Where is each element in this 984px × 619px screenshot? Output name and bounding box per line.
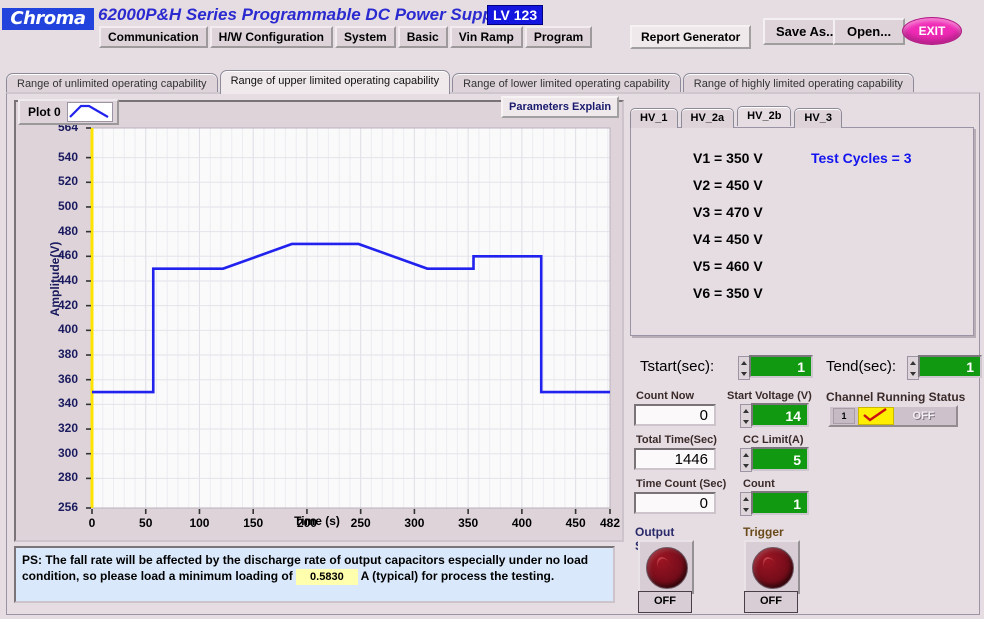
output-state-button[interactable]: OFF [638,591,692,613]
y-tick-label: 256 [14,500,78,514]
y-tick-label: 300 [14,446,78,460]
menu-item-system[interactable]: System [335,26,396,48]
output-state-led-box [638,540,694,594]
test-cycles-label: Test Cycles = 3 [811,150,912,166]
total-time-value: 1446 [634,448,716,470]
y-tick-label: 540 [14,150,78,164]
x-tick-label: 50 [126,516,166,530]
title-bar: Chroma 62000P&H Series Programmable DC P… [0,0,984,50]
range-tab-strip: Range of unlimited operating capability … [6,70,978,94]
start-voltage-label: Start Voltage (V) [727,390,812,402]
lv-version-badge: LV 123 [487,5,543,25]
menu-bar: Communication H/W Configuration System B… [99,26,592,48]
voltage-v1: V1 = 350 V [693,150,763,166]
tab-hv-2b[interactable]: HV_2b [737,106,791,126]
y-tick-label: 420 [14,298,78,312]
x-tick-label: 100 [179,516,219,530]
channel-running-status-widget[interactable]: 1 OFF [828,405,958,427]
menu-item-basic[interactable]: Basic [398,26,448,48]
count-label: Count [743,478,775,490]
y-tick-label: 480 [14,224,78,238]
x-tick-label: 400 [502,516,542,530]
x-tick-label: 482 [590,516,630,530]
cc-limit-input[interactable]: 5 [751,447,809,471]
checkmark-icon[interactable] [858,407,894,425]
tab-hv-1[interactable]: HV_1 [630,108,678,128]
voltage-v6: V6 = 350 V [693,285,763,301]
open-button[interactable]: Open... [833,18,905,45]
x-tick-label: 350 [448,516,488,530]
total-time-label: Total Time(Sec) [636,434,717,446]
application-window: Chroma 62000P&H Series Programmable DC P… [0,0,984,619]
y-tick-label: 360 [14,372,78,386]
cc-limit-label: CC Limit(A) [743,434,804,446]
tab-hv-2a[interactable]: HV_2a [681,108,735,128]
trigger-label: Trigger [743,525,784,539]
tend-input[interactable]: 1 [918,355,982,378]
y-tick-label: 520 [14,174,78,188]
parameters-explain-button[interactable]: Parameters Explain [501,96,619,118]
trigger-led-icon [752,547,794,589]
y-tick-label: 460 [14,248,78,262]
voltage-v3: V3 = 470 V [693,204,763,220]
trigger-button[interactable]: OFF [744,591,798,613]
start-voltage-input[interactable]: 14 [751,403,809,427]
x-tick-label: 250 [341,516,381,530]
menu-item-communication[interactable]: Communication [99,26,208,48]
tend-label: Tend(sec): [826,358,896,375]
channel-state: OFF [894,410,953,422]
tstart-label: Tstart(sec): [640,358,714,375]
plot-legend-label: Plot 0 [28,105,61,119]
y-tick-label: 500 [14,199,78,213]
tab-hv-3[interactable]: HV_3 [794,108,842,128]
ps-note-value: 0.5830 [296,569,358,585]
timing-row: Tstart(sec): 1 Tend(sec): 1 [630,355,976,381]
plot-legend[interactable]: Plot 0 [18,99,119,125]
y-tick-label: 340 [14,396,78,410]
tstart-input[interactable]: 1 [749,355,813,378]
output-state-led-icon [646,547,688,589]
channel-running-status-label: Channel Running Status [826,390,965,404]
time-count-value: 0 [634,492,716,514]
count-now-value: 0 [634,404,716,426]
count-input[interactable]: 1 [751,491,809,515]
hv-parameters-panel: V1 = 350 V V2 = 450 V V3 = 470 V V4 = 45… [630,127,974,336]
ps-note: PS: The fall rate will be affected by th… [14,546,615,603]
y-tick-label: 440 [14,273,78,287]
exit-button[interactable]: EXIT [902,17,962,45]
channel-number: 1 [833,408,855,424]
y-tick-label: 400 [14,322,78,336]
voltage-v2: V2 = 450 V [693,177,763,193]
x-tick-label: 150 [233,516,273,530]
x-tick-label: 200 [287,516,327,530]
menu-item-hw-configuration[interactable]: H/W Configuration [210,26,333,48]
time-count-label: Time Count (Sec) [636,478,726,490]
waveform-chart[interactable] [14,122,620,538]
count-now-label: Count Now [636,390,694,402]
y-tick-label: 280 [14,470,78,484]
report-generator-button[interactable]: Report Generator [630,25,751,49]
trigger-led-box [744,540,800,594]
tab-range-upper-limited[interactable]: Range of upper limited operating capabil… [220,70,451,94]
voltage-v4: V4 = 450 V [693,231,763,247]
menu-item-program[interactable]: Program [525,26,592,48]
plot-line-icon[interactable] [67,102,113,122]
menu-item-vin-ramp[interactable]: Vin Ramp [450,26,523,48]
plot-area: Amplitude(V) Time (s) 256280300320340360… [14,122,620,538]
ps-note-text-2: A (typical) for process the testing. [361,569,555,583]
page-title: 62000P&H Series Programmable DC Power Su… [98,5,507,25]
hv-tab-strip: HV_1 HV_2a HV_2b HV_3 [630,106,842,126]
voltage-v5: V5 = 460 V [693,258,763,274]
y-tick-label: 380 [14,347,78,361]
y-tick-label: 320 [14,421,78,435]
x-tick-label: 300 [394,516,434,530]
x-tick-label: 0 [72,516,112,530]
chroma-logo: Chroma [2,8,94,30]
